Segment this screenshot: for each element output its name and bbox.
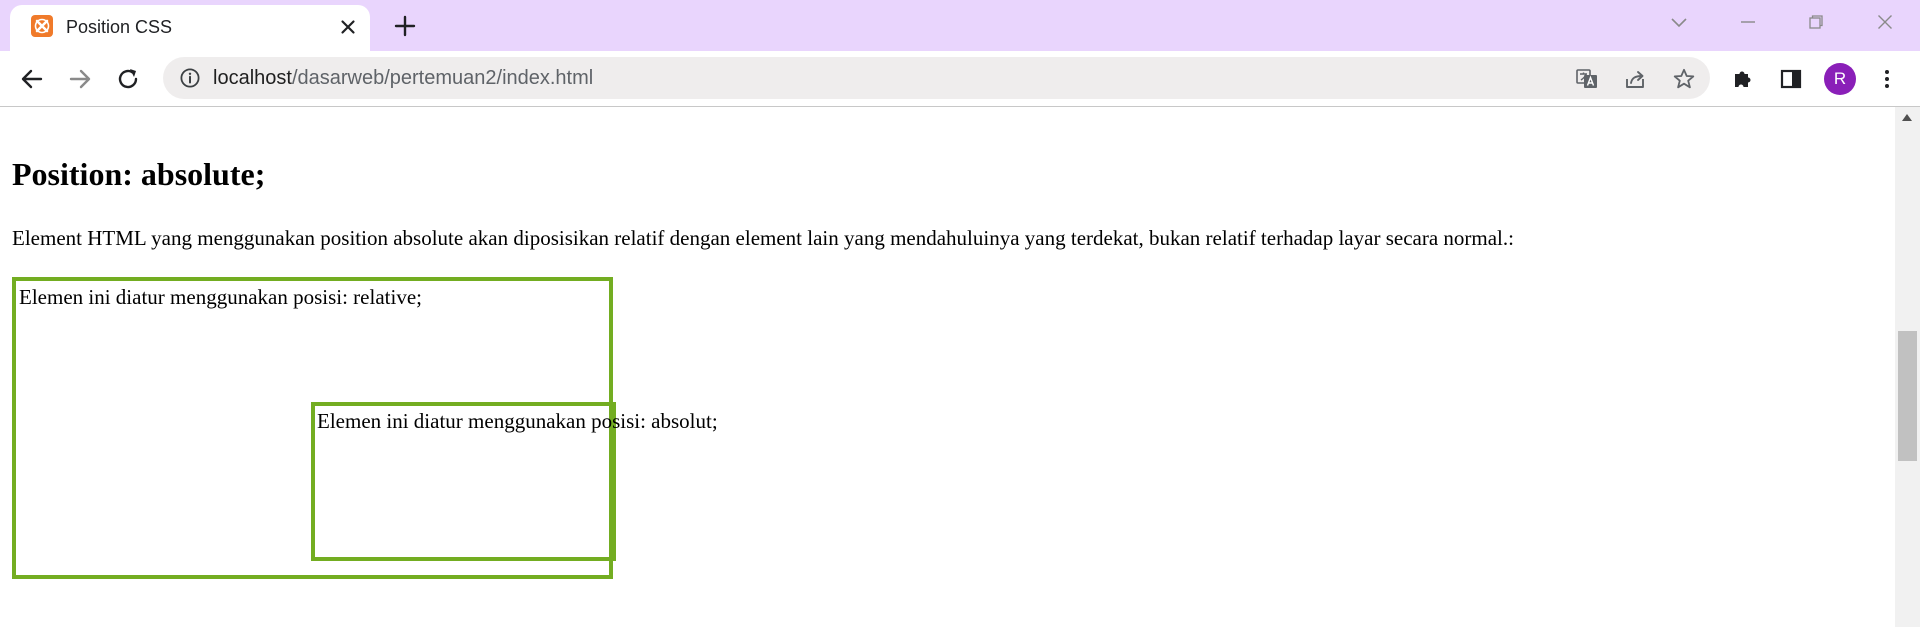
- side-panel-icon: [1780, 69, 1802, 89]
- tab-search-button[interactable]: [1651, 8, 1707, 36]
- vertical-scrollbar[interactable]: [1895, 107, 1920, 627]
- xampp-icon: [31, 15, 53, 37]
- kebab-menu-icon: [1885, 70, 1889, 88]
- url-path: /dasarweb/pertemuan2/index.html: [291, 67, 594, 89]
- tab-position-css[interactable]: Position CSS: [10, 5, 370, 51]
- reload-button[interactable]: [113, 64, 143, 94]
- reload-icon: [118, 69, 138, 89]
- tab-title: Position CSS: [66, 17, 173, 37]
- translate-icon[interactable]: [1575, 67, 1599, 91]
- relative-box: Elemen ini diatur menggunakan posisi: re…: [12, 277, 718, 579]
- scroll-up-arrow-icon[interactable]: [1902, 114, 1912, 121]
- url-host: localhost: [213, 67, 292, 89]
- arrow-right-icon: [69, 69, 91, 89]
- tab-strip: Position CSS: [0, 0, 1920, 51]
- extensions-button[interactable]: [1728, 64, 1758, 94]
- info-icon[interactable]: [179, 67, 201, 89]
- side-panel-button[interactable]: [1776, 64, 1806, 94]
- chevron-down-icon: [1671, 18, 1687, 28]
- arrow-left-icon: [21, 69, 43, 89]
- address-bar[interactable]: localhost/dasarweb/pertemuan2/index.html: [163, 57, 1710, 99]
- star-icon[interactable]: [1672, 67, 1696, 91]
- menu-button[interactable]: [1872, 64, 1902, 94]
- browser-toolbar: localhost/dasarweb/pertemuan2/index.html…: [0, 51, 1920, 107]
- page-description: Element HTML yang menggunakan position a…: [12, 226, 1514, 250]
- forward-button[interactable]: [65, 64, 95, 94]
- share-icon[interactable]: [1623, 67, 1647, 91]
- close-icon: [1878, 15, 1892, 29]
- url-text[interactable]: localhost/dasarweb/pertemuan2/index.html: [213, 66, 593, 90]
- absolute-box-text: Elemen ini diatur menggunakan posisi: ab…: [317, 409, 718, 433]
- minimize-button[interactable]: [1720, 8, 1776, 36]
- relative-box-text: Elemen ini diatur menggunakan posisi: re…: [19, 285, 422, 309]
- puzzle-icon: [1735, 71, 1751, 87]
- page-content: Position: absolute; Element HTML yang me…: [0, 107, 1895, 627]
- close-icon[interactable]: [336, 15, 360, 39]
- page-title: Position: absolute;: [12, 156, 266, 192]
- back-button[interactable]: [17, 64, 47, 94]
- minimize-icon: [1741, 21, 1755, 23]
- restore-icon: [1809, 15, 1823, 29]
- close-window-button[interactable]: [1857, 8, 1913, 36]
- absolute-box: Elemen ini diatur menggunakan posisi: ab…: [311, 402, 718, 561]
- restore-button[interactable]: [1788, 8, 1844, 36]
- plus-icon[interactable]: [392, 13, 418, 39]
- avatar[interactable]: R: [1824, 63, 1856, 95]
- scrollbar-thumb[interactable]: [1898, 331, 1917, 461]
